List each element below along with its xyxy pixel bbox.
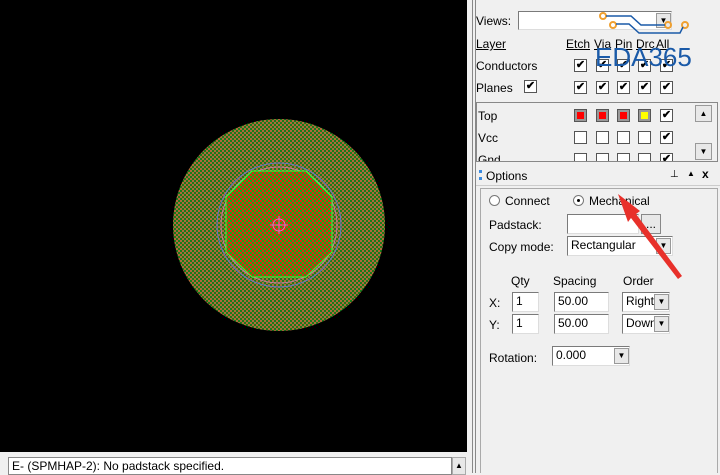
x-label: X: xyxy=(489,296,501,310)
annotation-arrow xyxy=(618,194,682,279)
close-icon[interactable]: x xyxy=(702,167,709,181)
rotation-label: Rotation: xyxy=(489,351,538,365)
layer-vcc-all-checkbox[interactable]: ✔ xyxy=(660,131,673,144)
status-bar: E- (SPMHAP-2): No padstack specified. ▲ xyxy=(0,452,467,475)
layer-gnd-etch-color[interactable] xyxy=(574,153,587,161)
layer-gnd-drc-color[interactable] xyxy=(638,153,651,161)
design-canvas[interactable] xyxy=(0,0,467,452)
planes-pin-checkbox[interactable]: ✔ xyxy=(617,81,630,94)
padstack-label: Padstack: xyxy=(489,218,542,232)
views-label: Views: xyxy=(476,14,512,28)
connect-label: Connect xyxy=(505,194,550,208)
layer-scroll-down[interactable]: ▼ xyxy=(695,143,712,160)
pin-icon[interactable]: ⊥ xyxy=(670,169,679,180)
pad-drawing xyxy=(173,119,385,331)
layer-scroll-up[interactable]: ▲ xyxy=(695,105,712,122)
planes-drc-checkbox[interactable]: ✔ xyxy=(638,81,651,94)
planes-subclass-checkbox[interactable]: ✔ xyxy=(524,80,537,93)
etch-header: Etch xyxy=(566,37,591,51)
layer-vcc-etch-color[interactable] xyxy=(574,131,587,144)
eda365-logo: EDA365 xyxy=(595,8,696,72)
connect-radio[interactable] xyxy=(489,195,500,206)
chevron-down-icon[interactable]: ▼ xyxy=(614,348,629,364)
y-qty-input[interactable]: 1 xyxy=(512,314,539,334)
layer-header: Layer xyxy=(476,37,507,51)
layer-list: Top Vcc Gnd ✔ ✔ ✔ ▲ ▼ xyxy=(476,102,718,162)
layer-top-drc-color[interactable] xyxy=(638,109,651,122)
status-message: E- (SPMHAP-2): No padstack specified. xyxy=(8,457,452,475)
layer-top-etch-color[interactable] xyxy=(574,109,587,122)
y-spacing-input[interactable]: 50.00 xyxy=(554,314,609,334)
planes-label: Planes xyxy=(476,81,513,95)
mechanical-radio[interactable] xyxy=(573,195,584,206)
layer-top-label: Top xyxy=(478,109,498,123)
conductors-etch-checkbox[interactable]: ✔ xyxy=(574,59,587,72)
layer-vcc-drc-color[interactable] xyxy=(638,131,651,144)
chevron-down-icon[interactable]: ▼ xyxy=(654,316,669,332)
layer-top-pin-color[interactable] xyxy=(617,109,630,122)
x-qty-input[interactable]: 1 xyxy=(512,292,539,312)
minimize-icon[interactable]: ▲ xyxy=(687,169,695,178)
grip-icon xyxy=(479,170,482,180)
chevron-down-icon[interactable]: ▼ xyxy=(654,294,669,310)
svg-text:EDA365: EDA365 xyxy=(596,42,692,68)
layer-vcc-label: Vcc xyxy=(478,131,499,145)
planes-via-checkbox[interactable]: ✔ xyxy=(596,81,609,94)
layer-gnd-label: Gnd xyxy=(478,153,501,162)
layer-vcc-pin-color[interactable] xyxy=(617,131,630,144)
copy-mode-label: Copy mode: xyxy=(489,240,554,254)
spacing-header: Spacing xyxy=(553,274,597,288)
layer-gnd-via-color[interactable] xyxy=(596,153,609,161)
planes-etch-checkbox[interactable]: ✔ xyxy=(574,81,587,94)
layer-top-all-checkbox[interactable]: ✔ xyxy=(660,109,673,122)
layer-top-via-color[interactable] xyxy=(596,109,609,122)
y-label: Y: xyxy=(489,318,500,332)
planes-all-checkbox[interactable]: ✔ xyxy=(660,81,673,94)
x-spacing-input[interactable]: 50.00 xyxy=(554,292,609,312)
layer-gnd-pin-color[interactable] xyxy=(617,153,630,161)
status-scroll-up[interactable]: ▲ xyxy=(452,457,466,475)
options-title: Options xyxy=(486,169,528,183)
layer-vcc-via-color[interactable] xyxy=(596,131,609,144)
layer-gnd-all-checkbox[interactable]: ✔ xyxy=(660,153,673,161)
conductors-label: Conductors xyxy=(476,59,538,73)
qty-header: Qty xyxy=(511,274,530,288)
